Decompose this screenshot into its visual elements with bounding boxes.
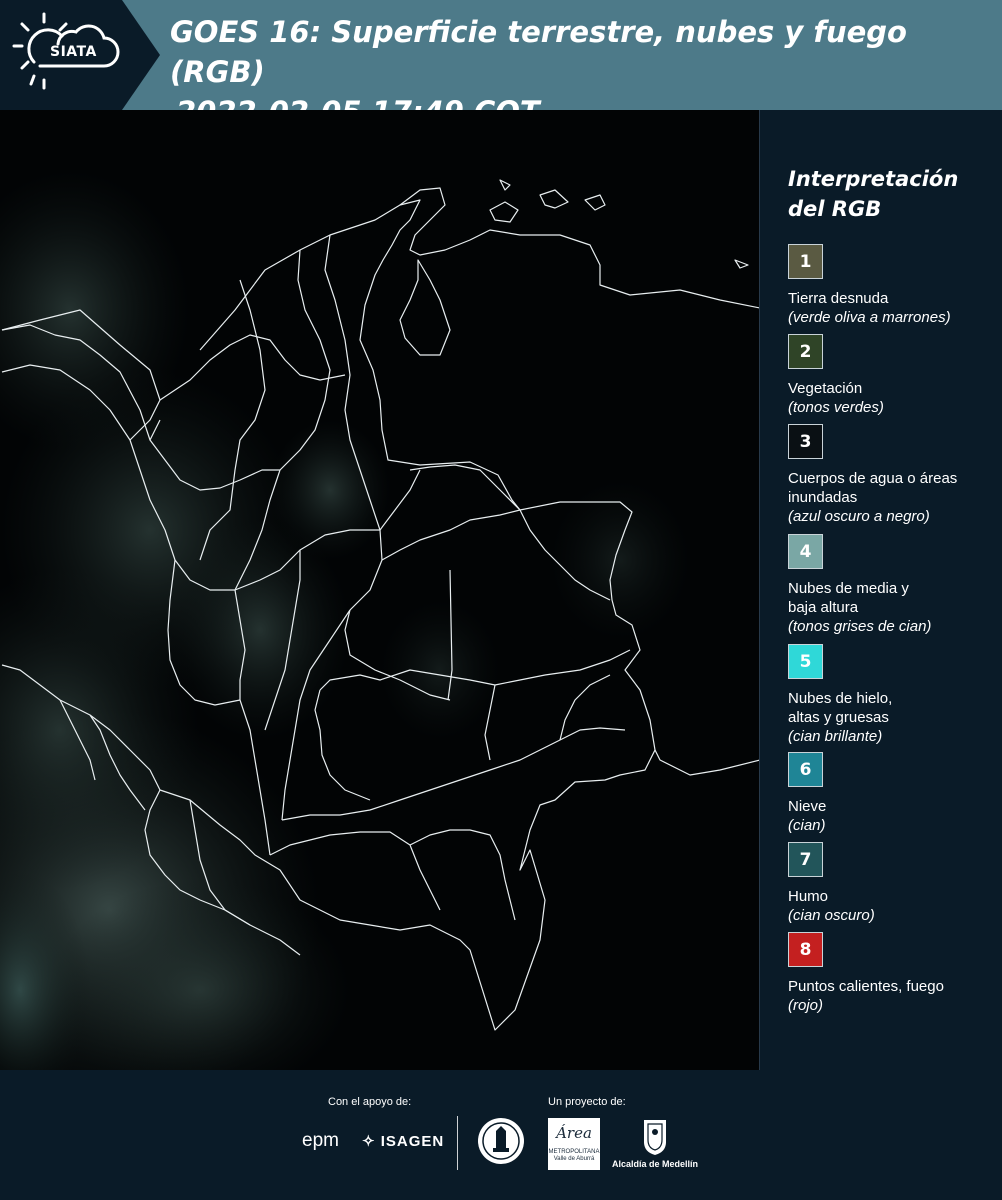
legend-title: Interpretación del RGB [788,167,959,221]
legend-note: (azul oscuro a negro) [788,508,930,525]
legend-label: Nubes de media y baja altura [788,580,909,616]
legend-item-smoke: 7 Humo (cian oscuro) [788,842,1002,925]
legend-label: Nieve [788,798,827,815]
footer-divider [457,1116,458,1170]
legend-swatch: 5 [788,644,823,679]
legend-note: (cian oscuro) [788,907,875,924]
legend-swatch: 7 [788,842,823,877]
footer: Con el apoyo de: Un proyecto de: epm ✧ I… [0,1070,1002,1200]
isagen-label: ISAGEN [380,1133,445,1150]
area-sub: METROPOLITANA Valle de Aburrá [548,1149,600,1162]
epm-logo: epm [302,1130,339,1151]
legend-note: (rojo) [788,997,824,1014]
satellite-map-colombia [0,110,759,1070]
logo-text: SIATA [50,44,97,60]
header: SIATA GOES 16: Superficie terrestre, nub… [0,0,1002,129]
legend-label: Puntos calientes, fuego [788,978,944,995]
legend-note: (cian brillante) [788,728,883,745]
project-label: Un proyecto de: [548,1096,626,1108]
legend-item-water: 3 Cuerpos de agua o áreas inundadas (azu… [788,424,1002,526]
legend-item-ice-clouds: 5 Nubes de hielo, altas y gruesas (cian … [788,644,1002,746]
legend-swatch: 4 [788,534,823,569]
medellin-crest-icon [644,1120,666,1155]
university-emblem-icon [478,1118,524,1164]
legend-label: Cuerpos de agua o áreas inundadas [788,470,958,506]
legend-swatch: 1 [788,244,823,279]
legend-item-snow: 6 Nieve (cian) [788,752,1002,835]
legend-item-mid-low-clouds: 4 Nubes de media y baja altura (tonos gr… [788,534,1002,636]
isagen-logo: ✧ ISAGEN [362,1132,444,1150]
legend-swatch: 8 [788,932,823,967]
legend-label: Nubes de hielo, altas y gruesas [788,690,893,726]
legend-label: Humo [788,888,829,905]
legend-swatch: 3 [788,424,823,459]
support-label: Con el apoyo de: [328,1096,412,1108]
title-main: GOES 16: Superficie terrestre, nubes y f… [170,15,907,89]
legend-note: (tonos verdes) [788,399,884,416]
satellite-map [0,110,760,1070]
legend-item-hotspots: 8 Puntos calientes, fuego (rojo) [788,932,1002,1015]
legend-item-vegetation: 2 Vegetación (tonos verdes) [788,334,1002,417]
legend-note: (verde oliva a marrones) [788,309,951,326]
legend-swatch: 2 [788,334,823,369]
area-name: Área [556,1124,592,1142]
legend-item-bare-soil: 1 Tierra desnuda (verde oliva a marrones… [788,244,1002,327]
legend-swatch: 6 [788,752,823,787]
legend-note: (cian) [788,817,826,834]
siata-logo: SIATA [0,0,160,110]
legend-label: Tierra desnuda [788,290,889,307]
legend-label: Vegetación [788,380,863,397]
area-metropolitana-logo: Área METROPOLITANA Valle de Aburrá [548,1118,600,1170]
alcaldia-label: Alcaldía de Medellín [612,1159,699,1169]
legend-note: (tonos grises de cian) [788,618,932,635]
isagen-icon: ✧ [362,1133,376,1150]
rgb-legend: Interpretación del RGB 1 Tierra desnuda … [770,110,1002,1070]
